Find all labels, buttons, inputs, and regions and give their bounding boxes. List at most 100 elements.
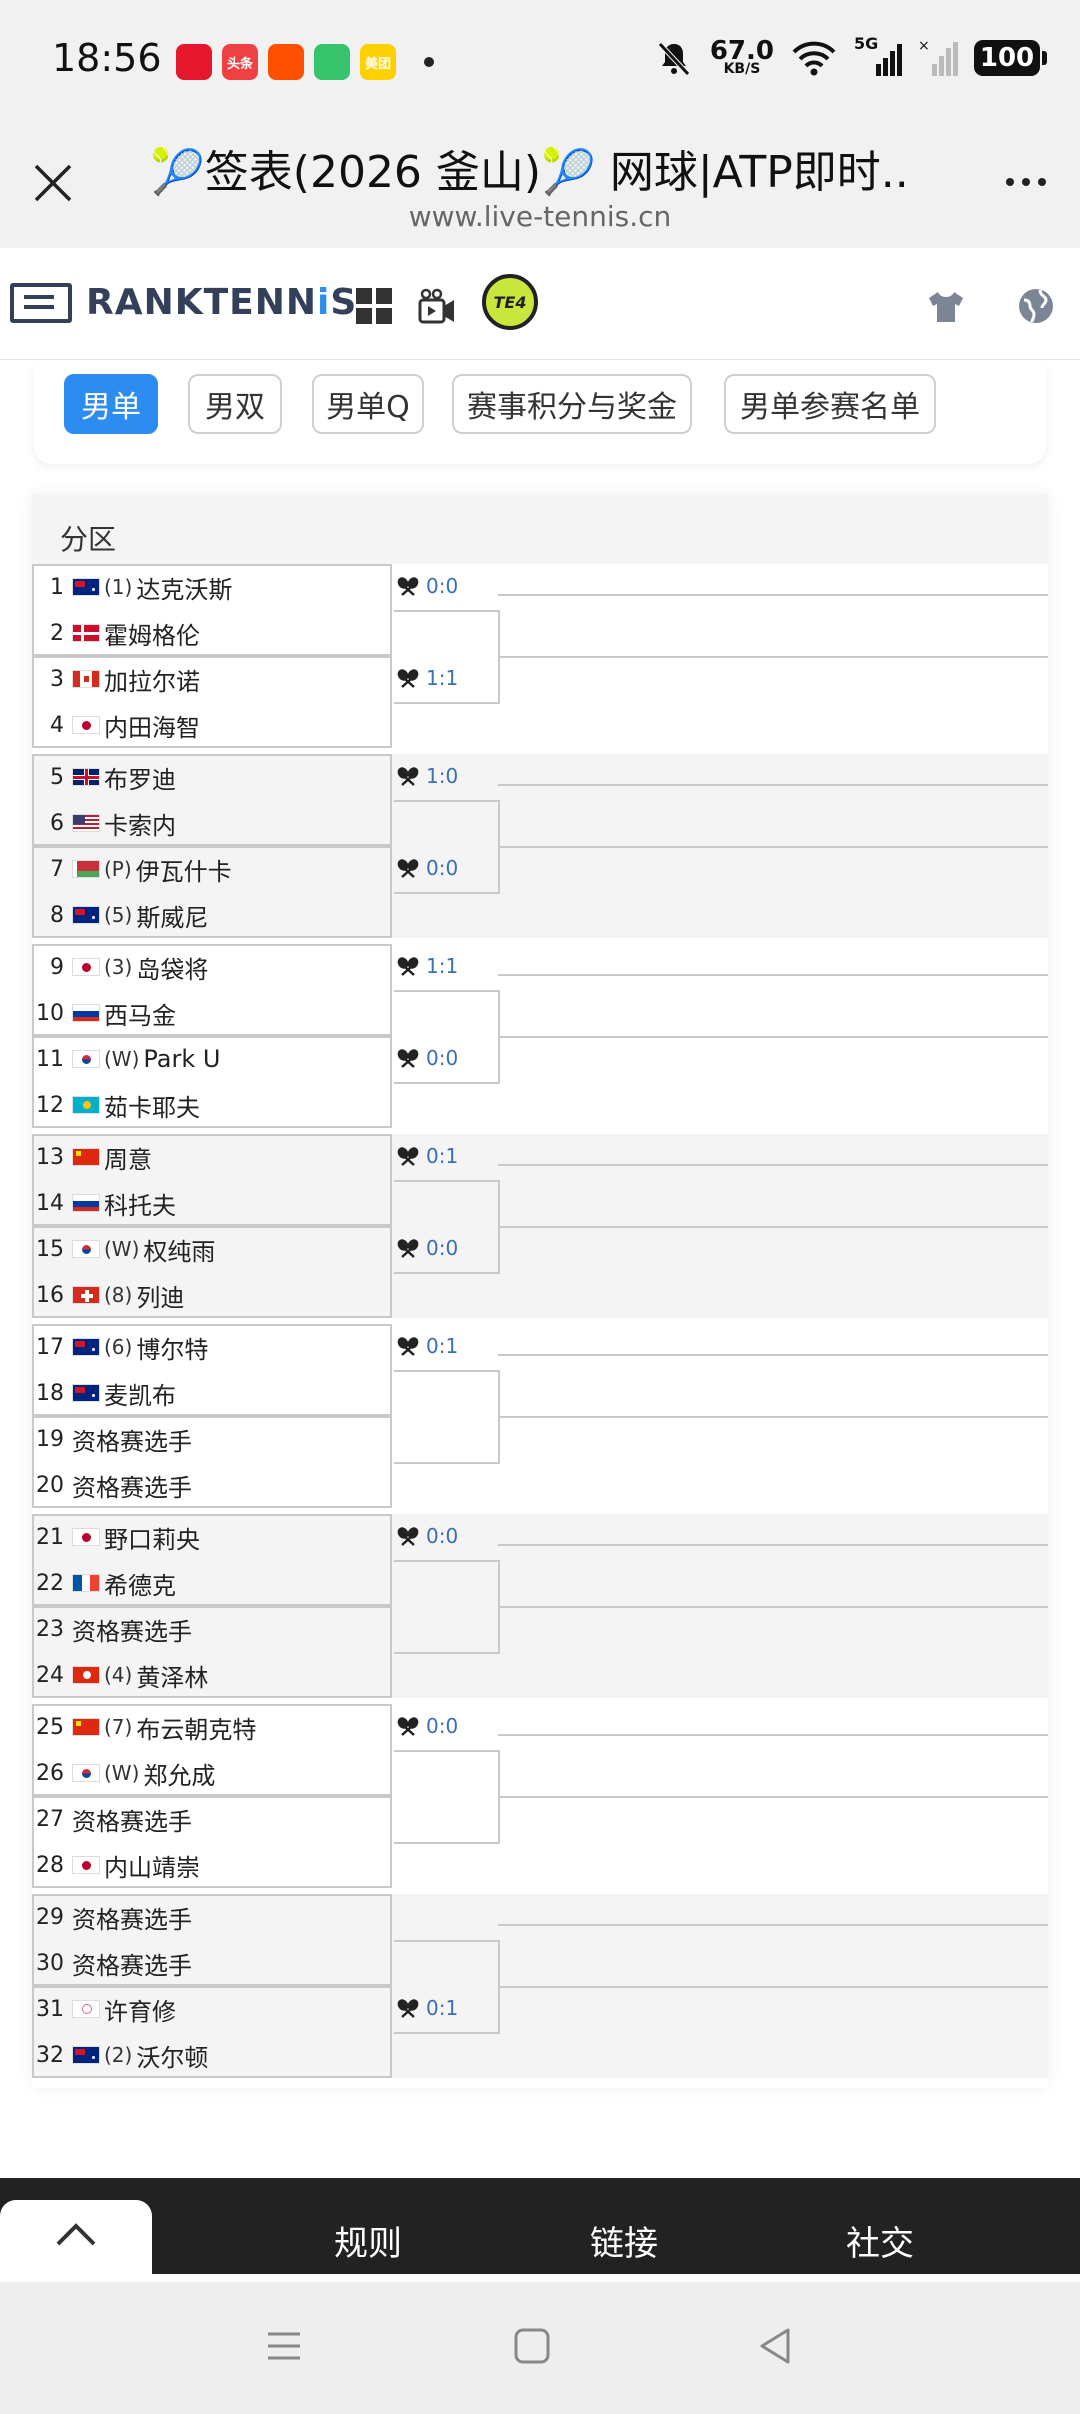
player-name[interactable]: 内山靖崇 bbox=[104, 1848, 200, 1883]
player-name[interactable]: 权纯雨 bbox=[143, 1232, 215, 1267]
player-name[interactable]: 科托夫 bbox=[104, 1186, 176, 1221]
player-row[interactable]: 18 麦凯布 bbox=[32, 1370, 392, 1416]
player-row[interactable]: 12 茹卡耶夫 bbox=[32, 1082, 392, 1128]
h2h-score[interactable]: 0:1 bbox=[396, 1144, 458, 1168]
player-row[interactable]: 25 (7) 布云朝克特 bbox=[32, 1704, 392, 1750]
player-row[interactable]: 22 希德克 bbox=[32, 1560, 392, 1606]
footer-link-social[interactable]: 社交 bbox=[846, 2216, 914, 2265]
player-name[interactable]: 斯威尼 bbox=[136, 898, 208, 933]
shirt-icon[interactable] bbox=[926, 286, 966, 326]
globe-icon[interactable] bbox=[1016, 286, 1056, 326]
player-name[interactable]: 茹卡耶夫 bbox=[104, 1088, 200, 1123]
player-row[interactable]: 13 周意 bbox=[32, 1134, 392, 1180]
player-row[interactable]: 15 (W) 权纯雨 bbox=[32, 1226, 392, 1272]
player-row[interactable]: 10 西马金 bbox=[32, 990, 392, 1036]
player-name[interactable]: 卡索内 bbox=[104, 806, 176, 841]
player-row[interactable]: 28 内山靖崇 bbox=[32, 1842, 392, 1888]
player-name[interactable]: 西马金 bbox=[104, 996, 176, 1031]
player-name[interactable]: 列迪 bbox=[136, 1278, 184, 1313]
player-row[interactable]: 2 霍姆格伦 bbox=[32, 610, 392, 656]
h2h-score[interactable]: 0:0 bbox=[396, 574, 458, 598]
player-name[interactable]: 加拉尔诺 bbox=[104, 662, 200, 697]
player-row[interactable]: 32 (2) 沃尔顿 bbox=[32, 2032, 392, 2078]
h2h-score[interactable]: 1:1 bbox=[396, 954, 458, 978]
player-name[interactable]: 郑允成 bbox=[143, 1756, 215, 1791]
player-name[interactable]: 资格赛选手 bbox=[72, 1802, 192, 1837]
footer-link-links[interactable]: 链接 bbox=[590, 2216, 658, 2265]
player-name[interactable]: 内田海智 bbox=[104, 708, 200, 743]
player-name[interactable]: 资格赛选手 bbox=[72, 1946, 192, 1981]
seed-label: (7) bbox=[104, 1715, 133, 1739]
tab-points-and-prize-money[interactable]: 赛事积分与奖金 bbox=[452, 374, 692, 434]
player-name[interactable]: 布罗迪 bbox=[104, 760, 176, 795]
h2h-score[interactable]: 0:0 bbox=[396, 1524, 458, 1548]
player-row[interactable]: 24 (4) 黄泽林 bbox=[32, 1652, 392, 1698]
player-name[interactable]: 许育修 bbox=[104, 1992, 176, 2027]
ranktennis-logo[interactable]: RANKTENNiS bbox=[10, 282, 357, 323]
tab-mens-singles[interactable]: 男单 bbox=[64, 374, 158, 434]
grid-menu-icon[interactable] bbox=[354, 286, 394, 326]
scroll-top-button[interactable] bbox=[0, 2200, 152, 2274]
tab-mens-doubles[interactable]: 男双 bbox=[188, 374, 282, 434]
player-row[interactable]: 7 (P) 伊瓦什卡 bbox=[32, 846, 392, 892]
footer-link-rules[interactable]: 规则 bbox=[334, 2216, 402, 2265]
h2h-score[interactable]: 0:1 bbox=[396, 1334, 458, 1358]
player-row[interactable]: 23 资格赛选手 bbox=[32, 1606, 392, 1652]
player-name[interactable]: 博尔特 bbox=[136, 1330, 208, 1365]
te4-badge-icon[interactable]: TE4 bbox=[482, 274, 538, 330]
player-row[interactable]: 3 加拉尔诺 bbox=[32, 656, 392, 702]
player-name[interactable]: 资格赛选手 bbox=[72, 1900, 192, 1935]
player-row[interactable]: 9 (3) 岛袋将 bbox=[32, 944, 392, 990]
player-name[interactable]: 周意 bbox=[104, 1140, 152, 1175]
home-icon[interactable] bbox=[512, 2326, 552, 2366]
player-name[interactable]: 达克沃斯 bbox=[136, 570, 232, 605]
player-row[interactable]: 1 (1) 达克沃斯 bbox=[32, 564, 392, 610]
h2h-score[interactable]: 1:0 bbox=[396, 764, 458, 788]
tab-mens-singles-qualifying[interactable]: 男单Q bbox=[312, 374, 424, 434]
draw-position: 17 bbox=[36, 1334, 64, 1360]
player-row[interactable]: 27 资格赛选手 bbox=[32, 1796, 392, 1842]
h2h-score[interactable]: 1:1 bbox=[396, 666, 458, 690]
status-bar: 18:56 头条 美团 67.0 KB/S 5G × 100 bbox=[0, 0, 1080, 120]
player-name[interactable]: 岛袋将 bbox=[136, 950, 208, 985]
player-row[interactable]: 16 (8) 列迪 bbox=[32, 1272, 392, 1318]
status-time: 18:56 bbox=[52, 36, 162, 80]
player-row[interactable]: 17 (6) 博尔特 bbox=[32, 1324, 392, 1370]
h2h-score[interactable]: 0:0 bbox=[396, 856, 458, 880]
player-name[interactable]: 麦凯布 bbox=[104, 1376, 176, 1411]
player-row[interactable]: 20 资格赛选手 bbox=[32, 1462, 392, 1508]
player-row[interactable]: 8 (5) 斯威尼 bbox=[32, 892, 392, 938]
player-name[interactable]: 霍姆格伦 bbox=[104, 616, 200, 651]
player-name[interactable]: 希德克 bbox=[104, 1566, 176, 1601]
player-name[interactable]: 资格赛选手 bbox=[72, 1422, 192, 1457]
video-icon[interactable] bbox=[416, 286, 456, 326]
player-name[interactable]: 沃尔顿 bbox=[136, 2038, 208, 2073]
player-row[interactable]: 19 资格赛选手 bbox=[32, 1416, 392, 1462]
menu-icon[interactable] bbox=[264, 2326, 304, 2366]
player-name[interactable]: 布云朝克特 bbox=[136, 1710, 256, 1745]
h2h-score[interactable]: 0:0 bbox=[396, 1714, 458, 1738]
player-name[interactable]: 资格赛选手 bbox=[72, 1612, 192, 1647]
h2h-score[interactable]: 0:0 bbox=[396, 1236, 458, 1260]
player-name[interactable]: Park U bbox=[143, 1045, 220, 1073]
bracket-line bbox=[394, 1750, 498, 1752]
player-row[interactable]: 11 (W) Park U bbox=[32, 1036, 392, 1082]
player-name[interactable]: 伊瓦什卡 bbox=[136, 852, 232, 887]
player-row[interactable]: 5 布罗迪 bbox=[32, 754, 392, 800]
h2h-score[interactable]: 0:0 bbox=[396, 1046, 458, 1070]
h2h-score[interactable]: 0:1 bbox=[396, 1996, 458, 2020]
player-name[interactable]: 资格赛选手 bbox=[72, 1468, 192, 1503]
player-row[interactable]: 4 内田海智 bbox=[32, 702, 392, 748]
player-row[interactable]: 29 资格赛选手 bbox=[32, 1894, 392, 1940]
player-row[interactable]: 6 卡索内 bbox=[32, 800, 392, 846]
back-icon[interactable] bbox=[756, 2326, 796, 2366]
player-row[interactable]: 21 野口莉央 bbox=[32, 1514, 392, 1560]
player-name[interactable]: 野口莉央 bbox=[104, 1520, 200, 1555]
player-row[interactable]: 30 资格赛选手 bbox=[32, 1940, 392, 1986]
more-options-button[interactable] bbox=[1006, 178, 1046, 186]
player-row[interactable]: 31 许育修 bbox=[32, 1986, 392, 2032]
player-name[interactable]: 黄泽林 bbox=[136, 1658, 208, 1693]
tab-entry-list[interactable]: 男单参赛名单 bbox=[724, 374, 936, 434]
player-row[interactable]: 14 科托夫 bbox=[32, 1180, 392, 1226]
player-row[interactable]: 26 (W) 郑允成 bbox=[32, 1750, 392, 1796]
